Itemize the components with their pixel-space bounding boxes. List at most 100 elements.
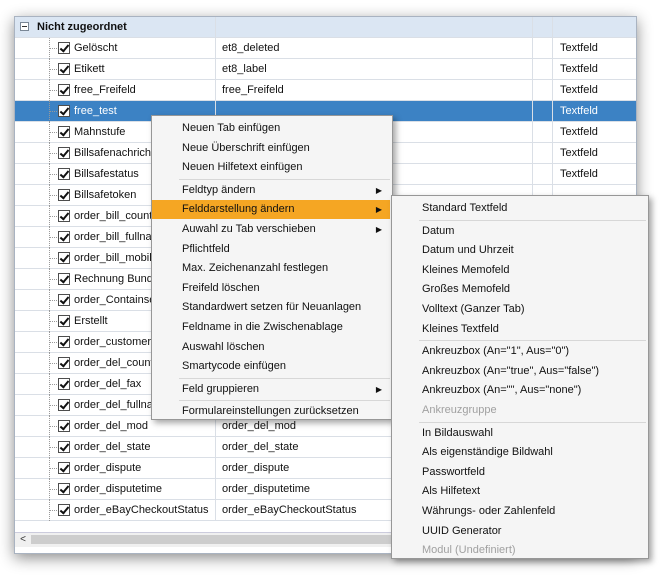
submenu-item[interactable]: Volltext (Ganzer Tab) bbox=[392, 300, 646, 319]
context-menu-item[interactable]: Freifeld löschen bbox=[152, 279, 390, 298]
submenu-item[interactable]: Als Hilfetext bbox=[392, 482, 646, 501]
visible-checkbox[interactable] bbox=[58, 42, 70, 54]
tree-connector bbox=[44, 38, 57, 59]
tree-connector bbox=[44, 59, 57, 80]
context-menu-item[interactable]: Max. Zeichenanzahl festlegen bbox=[152, 259, 390, 278]
row-name: order_dispute bbox=[74, 462, 142, 474]
menu-item-label: Ankreuzbox (An="", Aus="none") bbox=[422, 384, 582, 397]
submenu-item[interactable]: UUID Generator bbox=[392, 522, 646, 541]
visible-checkbox[interactable] bbox=[58, 294, 70, 306]
visible-checkbox[interactable] bbox=[58, 420, 70, 432]
menu-item-label: Freifeld löschen bbox=[182, 281, 260, 294]
visible-checkbox[interactable] bbox=[58, 273, 70, 285]
tree-connector bbox=[44, 374, 57, 395]
scroll-left-icon[interactable]: < bbox=[17, 533, 29, 547]
tree-connector bbox=[44, 143, 57, 164]
visible-checkbox[interactable] bbox=[58, 231, 70, 243]
tree-connector bbox=[44, 227, 57, 248]
submenu-item[interactable]: Kleines Textfeld bbox=[392, 320, 646, 339]
tree-connector bbox=[44, 500, 57, 521]
visible-checkbox[interactable] bbox=[58, 462, 70, 474]
submenu-item[interactable]: Ankreuzbox (An="true", Aus="false") bbox=[392, 362, 646, 381]
context-menu-item[interactable]: Smartycode einfügen bbox=[152, 357, 390, 376]
submenu-arrow-icon: ▶ bbox=[375, 185, 382, 195]
menu-item-label: Neuen Tab einfügen bbox=[182, 122, 281, 134]
row-type: Textfeld bbox=[560, 147, 598, 159]
context-menu-item[interactable]: Auwahl zu Tab verschieben ▶ bbox=[152, 220, 390, 239]
menu-item-label: Großes Memofeld bbox=[422, 283, 511, 296]
menu-item-label: Kleines Memofeld bbox=[422, 263, 510, 276]
visible-checkbox[interactable] bbox=[58, 504, 70, 516]
menu-item-label: Als eigenständige Bildwahl bbox=[422, 446, 553, 459]
menu-item-label: Kleines Textfeld bbox=[422, 322, 499, 335]
row-type: Textfeld bbox=[560, 168, 598, 180]
tree-connector bbox=[44, 122, 57, 143]
tree-connector bbox=[44, 395, 57, 416]
submenu-item[interactable]: Datum bbox=[392, 222, 646, 241]
visible-checkbox[interactable] bbox=[58, 126, 70, 138]
menu-item-label: Max. Zeichenanzahl festlegen bbox=[182, 262, 329, 275]
submenu-item[interactable]: Als eigenständige Bildwahl bbox=[392, 443, 646, 462]
table-row[interactable]: Gelöscht et8_deleted Textfeld bbox=[15, 38, 636, 59]
submenu-item: Ankreuzgruppe bbox=[392, 401, 646, 420]
menu-item-label: Feldtyp ändern bbox=[182, 183, 256, 196]
context-menu-item[interactable]: Standardwert setzen für Neuanlagen bbox=[152, 298, 390, 317]
context-menu-item[interactable]: Neue Überschrift einfügen bbox=[152, 139, 390, 158]
row-type: Textfeld bbox=[560, 42, 598, 54]
submenu-item[interactable]: Großes Memofeld bbox=[392, 280, 646, 299]
submenu-item[interactable]: Passwortfeld bbox=[392, 463, 646, 482]
menu-item-label: Auswahl löschen bbox=[182, 340, 265, 353]
submenu-item[interactable]: Ankreuzbox (An="", Aus="none") bbox=[392, 381, 646, 400]
context-menu-item[interactable]: Neuen Tab einfügen bbox=[152, 119, 390, 138]
tree-connector bbox=[44, 458, 57, 479]
visible-checkbox[interactable] bbox=[58, 483, 70, 495]
scroll-thumb[interactable] bbox=[31, 535, 391, 544]
submenu-item[interactable]: In Bildauswahl bbox=[392, 424, 646, 443]
menu-item-label: Formulareinstellungen zurücksetzen bbox=[182, 405, 359, 418]
tree-connector bbox=[44, 248, 57, 269]
visible-checkbox[interactable] bbox=[58, 84, 70, 96]
visible-checkbox[interactable] bbox=[58, 252, 70, 264]
visible-checkbox[interactable] bbox=[58, 357, 70, 369]
menu-item-label: Neuen Hilfetext einfügen bbox=[182, 161, 303, 174]
visible-checkbox[interactable] bbox=[58, 378, 70, 390]
visible-checkbox[interactable] bbox=[58, 210, 70, 222]
submenu-item[interactable]: Währungs- oder Zahlenfeld bbox=[392, 502, 646, 521]
submenu-arrow-icon: ▶ bbox=[375, 225, 382, 234]
context-menu-item[interactable]: Felddarstellung ändern ▶ bbox=[152, 200, 390, 220]
context-menu-item[interactable]: Formulareinstellungen zurücksetzen bbox=[152, 402, 390, 421]
submenu-item[interactable]: Kleines Memofeld bbox=[392, 261, 646, 280]
row-type: Textfeld bbox=[560, 105, 598, 117]
visible-checkbox[interactable] bbox=[58, 147, 70, 159]
row-type: Textfeld bbox=[560, 63, 598, 75]
context-menu-item[interactable]: Feldname in die Zwischenablage bbox=[152, 318, 390, 337]
tree-connector bbox=[44, 353, 57, 374]
group-row[interactable]: Nicht zugeordnet bbox=[15, 17, 636, 38]
visible-checkbox[interactable] bbox=[58, 168, 70, 180]
row-type: Textfeld bbox=[560, 84, 598, 96]
visible-checkbox[interactable] bbox=[58, 105, 70, 117]
menu-separator bbox=[419, 340, 646, 342]
visible-checkbox[interactable] bbox=[58, 399, 70, 411]
context-menu-item[interactable]: Pflichtfeld bbox=[152, 240, 390, 259]
context-menu-item[interactable]: Neuen Hilfetext einfügen bbox=[152, 158, 390, 177]
tree-connector bbox=[44, 416, 57, 437]
menu-item-label: Ankreuzbox (An="true", Aus="false") bbox=[422, 364, 600, 377]
visible-checkbox[interactable] bbox=[58, 336, 70, 348]
collapse-icon[interactable] bbox=[20, 22, 29, 31]
context-menu-item[interactable]: Feld gruppieren ▶ bbox=[152, 380, 390, 399]
visible-checkbox[interactable] bbox=[58, 315, 70, 327]
visible-checkbox[interactable] bbox=[58, 189, 70, 201]
visible-checkbox[interactable] bbox=[58, 441, 70, 453]
visible-checkbox[interactable] bbox=[58, 63, 70, 75]
row-field: et8_label bbox=[222, 63, 267, 75]
submenu-item[interactable]: Ankreuzbox (An="1", Aus="0") bbox=[392, 342, 646, 361]
table-row[interactable]: Etikett et8_label Textfeld bbox=[15, 59, 636, 80]
context-menu-item[interactable]: Auswahl löschen bbox=[152, 338, 390, 357]
submenu-item[interactable]: Datum und Uhrzeit bbox=[392, 241, 646, 260]
row-field: et8_deleted bbox=[222, 42, 280, 54]
table-row[interactable]: free_Freifeld free_Freifeld Textfeld bbox=[15, 80, 636, 101]
context-menu-item[interactable]: Feldtyp ändern ▶ bbox=[152, 181, 390, 200]
menu-item-label: Standardwert setzen für Neuanlagen bbox=[182, 301, 362, 314]
submenu-item[interactable]: Standard Textfeld bbox=[392, 199, 646, 218]
